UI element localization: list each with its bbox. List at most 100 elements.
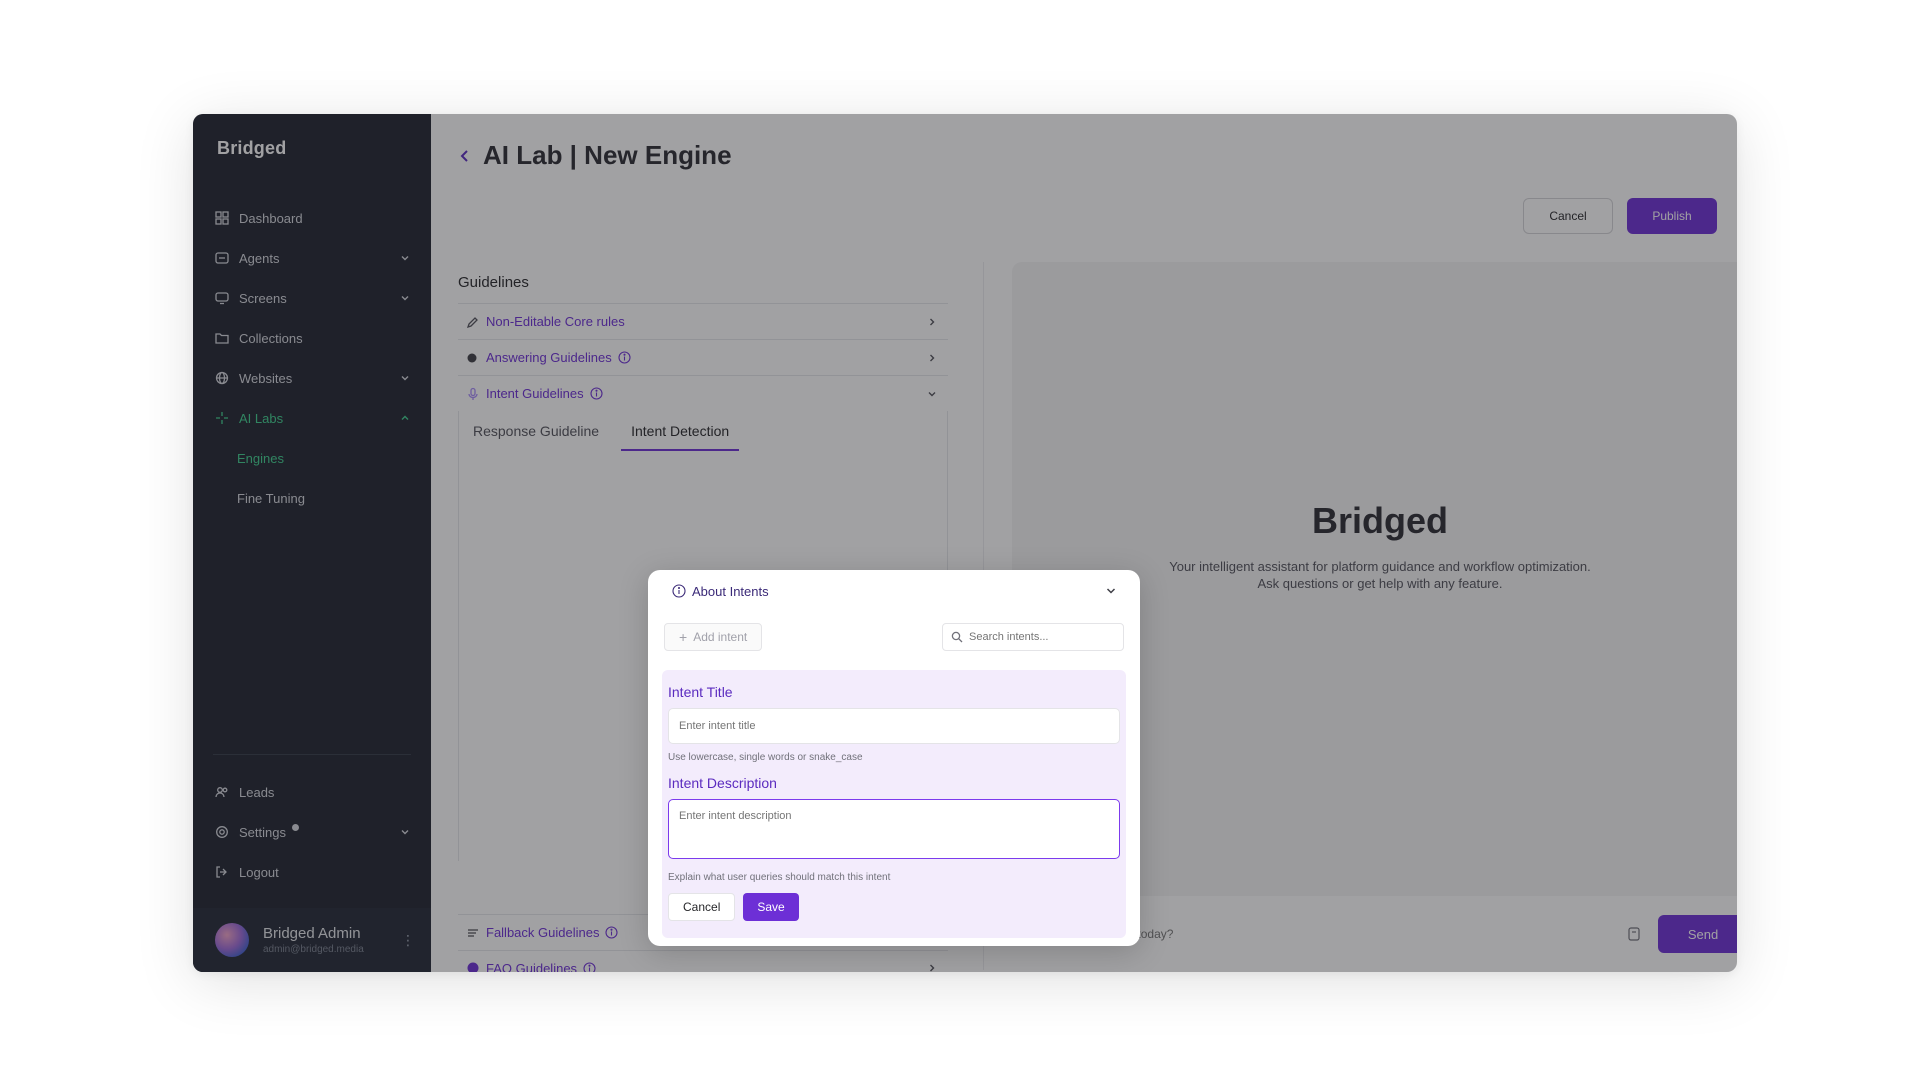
cancel-button[interactable]: Cancel bbox=[1523, 198, 1613, 234]
info-icon[interactable] bbox=[590, 387, 603, 400]
agents-icon bbox=[215, 251, 229, 265]
sidebar-item-label: Agents bbox=[239, 250, 280, 266]
intent-title-input[interactable] bbox=[668, 708, 1120, 744]
back-arrow-icon[interactable] bbox=[455, 146, 475, 166]
sidebar-item-label: Collections bbox=[239, 330, 303, 346]
intent-title-hint: Use lowercase, single words or snake_cas… bbox=[668, 752, 863, 763]
intent-description-hint: Explain what user queries should match t… bbox=[668, 872, 891, 883]
guideline-row-faq[interactable]: FAQ Guidelines bbox=[458, 950, 948, 972]
chevron-down-icon bbox=[928, 391, 936, 396]
sidebar-item-label: Dashboard bbox=[239, 210, 303, 226]
cancel-intent-button[interactable]: Cancel bbox=[668, 893, 736, 921]
dashboard-icon bbox=[215, 211, 229, 225]
sidebar-item-label: Logout bbox=[239, 864, 279, 880]
globe-icon bbox=[215, 371, 229, 385]
sidebar-bottom-nav: Leads Settings Logout bbox=[193, 772, 431, 892]
attachment-icon[interactable] bbox=[1626, 926, 1642, 942]
sidebar-item-logout[interactable]: Logout bbox=[193, 852, 431, 892]
sparkle-icon bbox=[215, 411, 229, 425]
guideline-label: Non-Editable Core rules bbox=[486, 314, 625, 329]
plus-icon: + bbox=[679, 629, 688, 645]
add-intent-button[interactable]: + Add intent bbox=[664, 623, 763, 651]
sidebar-nav: Dashboard Agents Screens Collections Web… bbox=[193, 198, 431, 518]
folder-icon bbox=[215, 331, 229, 345]
intent-description-label: Intent Description bbox=[668, 775, 777, 791]
save-intent-button[interactable]: Save bbox=[743, 893, 799, 921]
more-options-icon[interactable]: ⋮ bbox=[401, 932, 415, 949]
sidebar-subitem-fine-tuning[interactable]: Fine Tuning bbox=[193, 478, 431, 518]
user-text: Bridged Admin admin@bridged.media bbox=[263, 925, 401, 955]
screens-icon bbox=[215, 291, 229, 305]
user-name: Bridged Admin bbox=[263, 925, 361, 942]
intent-form: Intent Title Use lowercase, single words… bbox=[662, 670, 1126, 938]
notification-dot bbox=[291, 823, 299, 831]
sidebar-item-screens[interactable]: Screens bbox=[193, 278, 431, 318]
about-intents-label: About Intents bbox=[692, 583, 769, 599]
guideline-label: FAQ Guidelines bbox=[486, 960, 578, 973]
sidebar-item-label: Leads bbox=[239, 784, 275, 800]
intent-description-input[interactable] bbox=[668, 799, 1120, 859]
chevron-down-icon bbox=[1106, 588, 1116, 594]
gear-icon bbox=[215, 825, 229, 839]
pencil-icon bbox=[466, 315, 480, 329]
sidebar-item-agents[interactable]: Agents bbox=[193, 238, 431, 278]
guideline-row-intent[interactable]: Intent Guidelines bbox=[458, 375, 948, 411]
guideline-row-answering[interactable]: Answering Guidelines bbox=[458, 339, 948, 375]
chevron-down-icon bbox=[401, 830, 409, 835]
info-icon[interactable] bbox=[605, 926, 619, 939]
chevron-down-icon bbox=[401, 256, 409, 261]
guideline-label: Intent Guidelines bbox=[486, 386, 584, 401]
guidelines-title: Guidelines bbox=[458, 274, 529, 291]
info-icon bbox=[672, 584, 686, 598]
search-input[interactable] bbox=[969, 631, 1109, 643]
chevron-down-icon bbox=[401, 296, 409, 301]
info-icon[interactable] bbox=[618, 351, 631, 364]
sidebar-item-leads[interactable]: Leads bbox=[193, 772, 431, 812]
preview-brand-logo: Bridged bbox=[1311, 500, 1448, 541]
intent-editor-card: About Intents + Add intent Intent Title … bbox=[648, 570, 1140, 946]
send-button[interactable]: Send bbox=[1658, 915, 1737, 953]
tab-response-guideline[interactable]: Response Guideline bbox=[471, 417, 601, 451]
fallback-icon bbox=[466, 926, 480, 940]
microphone-icon bbox=[466, 387, 480, 401]
sidebar-item-label: Settings bbox=[239, 823, 399, 840]
sidebar-item-label: AI Labs bbox=[239, 410, 284, 426]
tab-intent-detection[interactable]: Intent Detection bbox=[621, 417, 740, 451]
app-window: Bridged Dashboard Agents Screens Collect… bbox=[193, 114, 1737, 972]
sidebar-subitem-engines[interactable]: Engines bbox=[193, 438, 431, 478]
chevron-right-icon bbox=[930, 318, 935, 325]
user-email: admin@bridged.media bbox=[263, 944, 364, 955]
sidebar-item-label: Websites bbox=[239, 370, 293, 386]
chevron-right-icon bbox=[930, 354, 935, 361]
sidebar: Bridged Dashboard Agents Screens Collect… bbox=[193, 114, 431, 972]
intent-toolbar: + Add intent bbox=[662, 612, 1126, 656]
logout-icon bbox=[215, 865, 229, 879]
sidebar-item-collections[interactable]: Collections bbox=[193, 318, 431, 358]
page-header: AI Lab | New Engine bbox=[455, 140, 732, 171]
sidebar-item-settings[interactable]: Settings bbox=[193, 812, 431, 852]
faq-icon bbox=[466, 961, 480, 972]
sidebar-item-dashboard[interactable]: Dashboard bbox=[193, 198, 431, 238]
chevron-up-icon bbox=[401, 415, 409, 420]
add-intent-label: Add intent bbox=[693, 630, 748, 644]
sidebar-item-ai-labs[interactable]: AI Labs bbox=[193, 398, 431, 438]
brand-logo: Bridged bbox=[217, 138, 287, 158]
chevron-down-icon bbox=[401, 376, 409, 381]
users-icon bbox=[215, 785, 229, 799]
user-profile[interactable]: Bridged Admin admin@bridged.media ⋮ bbox=[193, 908, 431, 972]
sidebar-item-websites[interactable]: Websites bbox=[193, 358, 431, 398]
intent-tabs: Response Guideline Intent Detection bbox=[458, 411, 948, 451]
header-actions: Cancel Publish bbox=[1523, 198, 1717, 234]
chevron-right-icon bbox=[930, 964, 935, 972]
about-intents-row[interactable]: About Intents bbox=[662, 570, 1126, 612]
search-icon bbox=[951, 631, 963, 643]
intent-title-label: Intent Title bbox=[668, 684, 733, 700]
guideline-row-core-rules[interactable]: Non-Editable Core rules bbox=[458, 303, 948, 339]
search-intents bbox=[942, 623, 1124, 651]
page-title: AI Lab | New Engine bbox=[483, 140, 732, 170]
info-icon[interactable] bbox=[583, 961, 596, 972]
sidebar-item-label: Screens bbox=[239, 290, 287, 306]
guideline-label: Answering Guidelines bbox=[486, 350, 612, 365]
publish-button[interactable]: Publish bbox=[1627, 198, 1717, 234]
avatar bbox=[215, 923, 249, 957]
